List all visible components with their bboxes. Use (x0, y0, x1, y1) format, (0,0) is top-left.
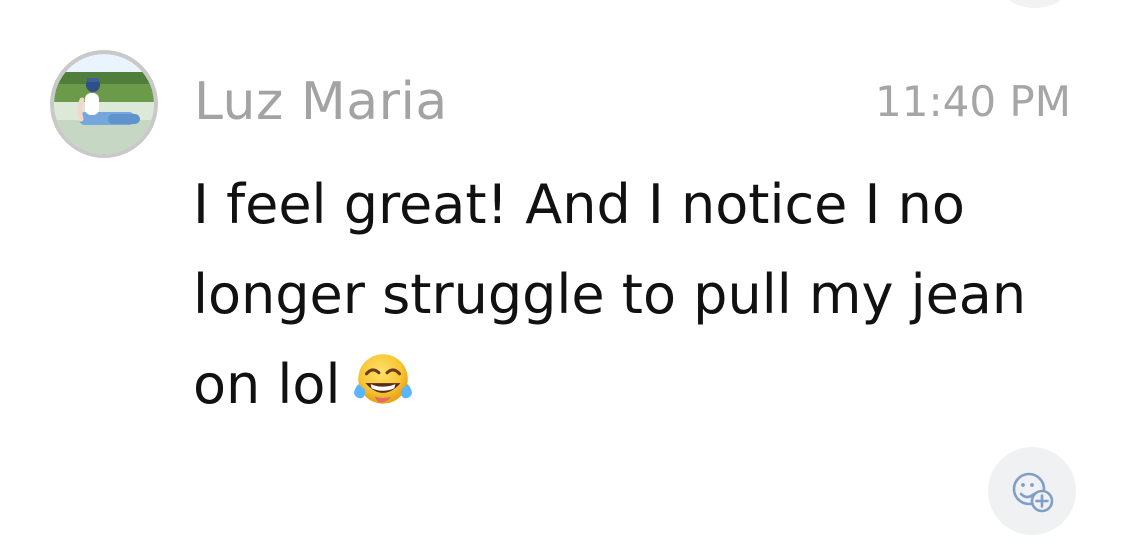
sender-name: Luz Maria (194, 72, 448, 132)
message-timestamp: 11:40 PM (875, 77, 1071, 126)
avatar-image (54, 54, 154, 154)
add-reaction-button[interactable] (988, 447, 1076, 535)
message-text: I feel great! And I notice I no longer s… (193, 173, 1027, 416)
add-reaction-icon (1012, 472, 1054, 513)
avatar[interactable] (50, 50, 158, 158)
chat-message: Luz Maria 11:40 PM I feel great! And I n… (0, 0, 1125, 550)
face-with-tears-of-joy-icon (350, 348, 416, 414)
message-body: I feel great! And I notice I no longer s… (193, 160, 1073, 430)
